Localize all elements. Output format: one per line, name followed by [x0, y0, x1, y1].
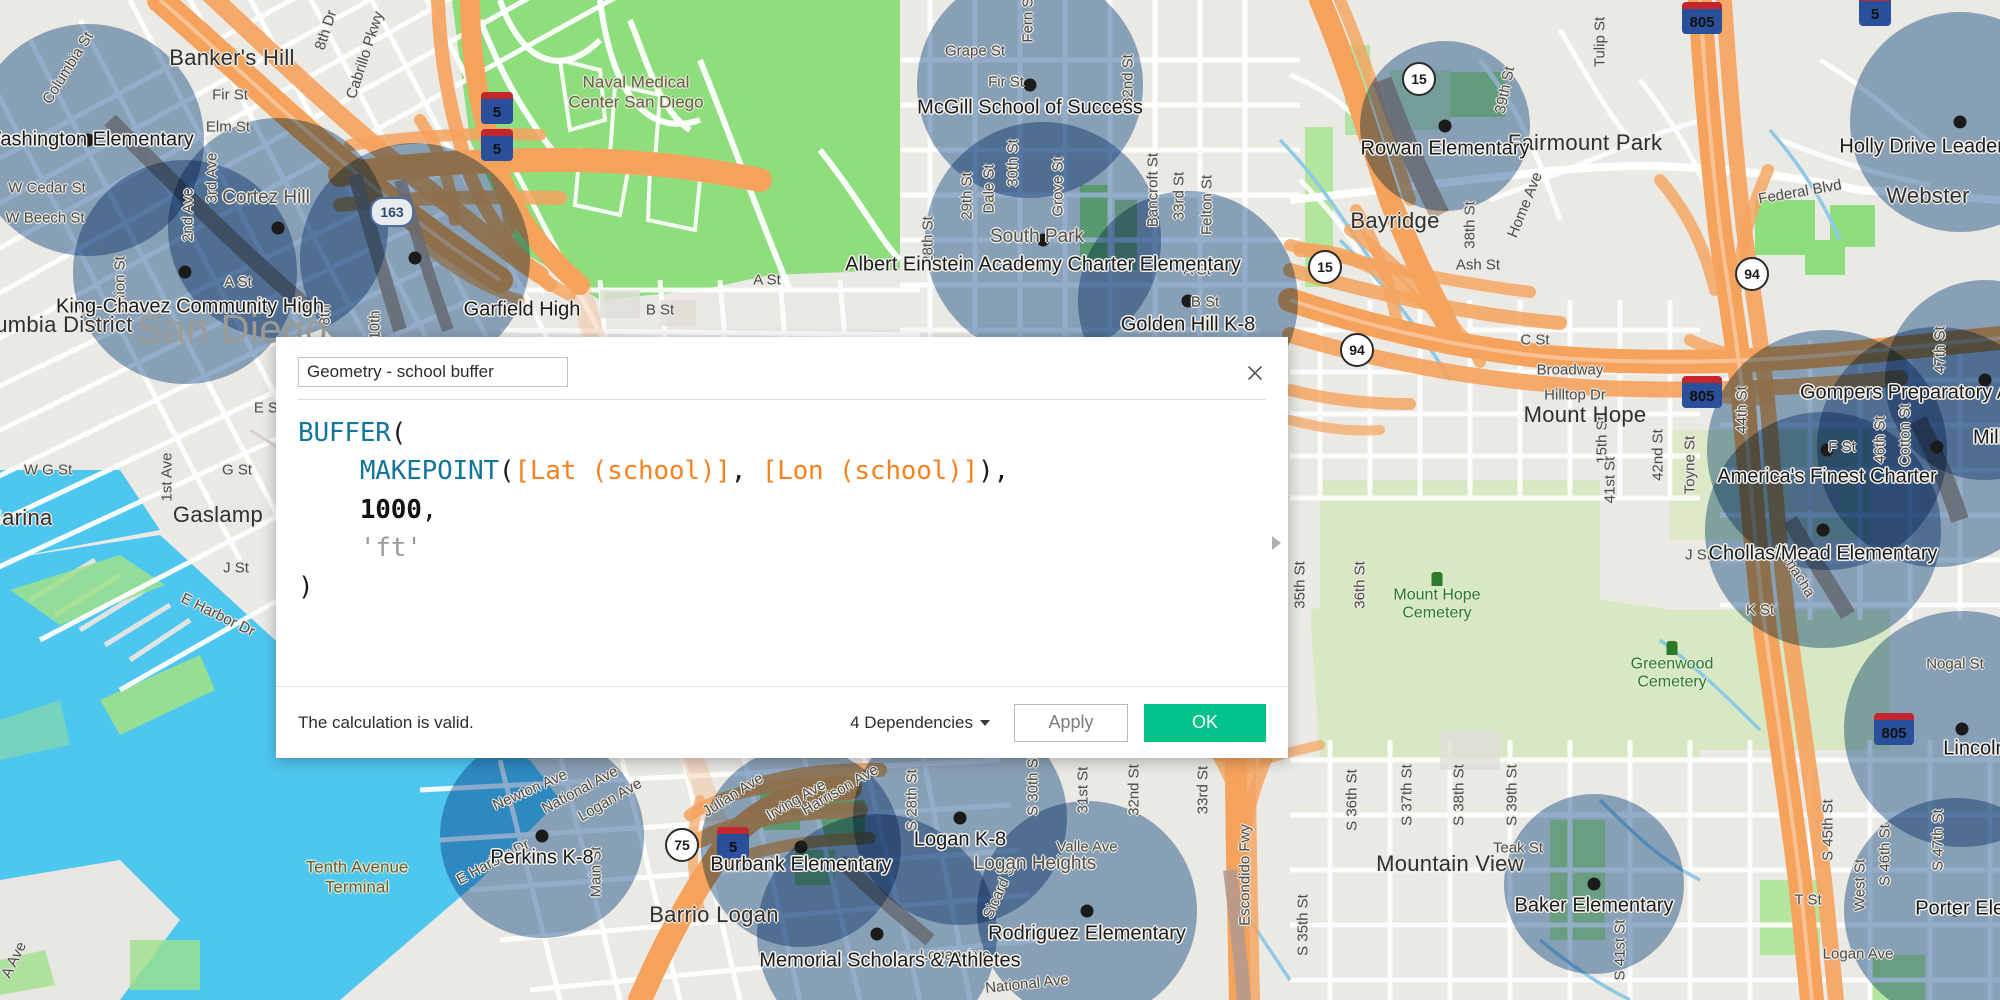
comma-2: ,: [993, 456, 1010, 487]
school-point-marker[interactable]: [81, 133, 95, 147]
school-point-marker[interactable]: [870, 927, 884, 941]
state-route-shield-icon: 163: [370, 197, 414, 227]
buffer-units-value: 'ft': [359, 533, 422, 564]
school-point-marker[interactable]: [271, 221, 285, 235]
school-point-marker[interactable]: [1820, 443, 1834, 457]
school-point-marker[interactable]: [794, 840, 808, 854]
interstate-shield-icon: 805: [1682, 2, 1722, 34]
school-point-marker[interactable]: [178, 265, 192, 279]
dependencies-dropdown[interactable]: 4 Dependencies: [850, 713, 990, 733]
function-makepoint: MAKEPOINT: [359, 456, 499, 487]
paren-open-1: (: [390, 418, 407, 448]
close-icon[interactable]: [1240, 358, 1270, 388]
interstate-shield-icon: 5: [481, 129, 513, 161]
comma-3: ,: [421, 494, 438, 525]
apply-button[interactable]: Apply: [1014, 703, 1128, 742]
interstate-shield-icon: 5: [717, 827, 749, 859]
paren-close-1: ): [978, 456, 994, 487]
route-shield-icon: 15: [1308, 250, 1342, 284]
school-point-marker[interactable]: [1953, 115, 1967, 129]
comma-1: ,: [730, 456, 747, 487]
interstate-shield-icon: 805: [1874, 713, 1914, 745]
interstate-shield-icon: 805: [1682, 376, 1722, 408]
school-point-marker[interactable]: [1181, 294, 1195, 308]
formula-indent-2: [298, 495, 360, 525]
field-lat-school: [Lat (school)]: [514, 456, 731, 487]
school-point-marker[interactable]: [408, 251, 422, 265]
function-buffer: BUFFER: [298, 418, 391, 448]
school-point-marker[interactable]: [1816, 523, 1830, 537]
school-point-marker[interactable]: [1978, 373, 1992, 387]
formula-indent-3: [298, 533, 360, 563]
calculation-name-input[interactable]: [298, 357, 568, 387]
paren-open-2: (: [498, 456, 515, 487]
buffer-distance-value: 1000: [359, 494, 422, 525]
school-point-marker[interactable]: [1438, 119, 1452, 133]
school-point-marker[interactable]: [1080, 904, 1094, 918]
app-root: 5 5 5 5 805 805 805 163 15 15 94 94 75 Columbia St Fi…: [0, 0, 2000, 1000]
school-point-marker[interactable]: [1949, 903, 1963, 917]
formula-indent-1: [298, 456, 360, 486]
school-point-marker[interactable]: [1023, 78, 1037, 92]
field-lon-school: [Lon (school)]: [761, 456, 979, 487]
ok-button[interactable]: OK: [1144, 703, 1266, 742]
route-shield-icon: 94: [1340, 333, 1374, 367]
school-point-marker[interactable]: [953, 811, 967, 825]
chevron-right-icon[interactable]: [1272, 536, 1281, 550]
paren-close-2: ): [298, 571, 314, 602]
school-point-marker[interactable]: [1587, 877, 1601, 891]
formula-editor[interactable]: BUFFER( MAKEPOINT([Lat (school)], [Lon (…: [276, 400, 1288, 686]
cemetery-icon: [1666, 641, 1678, 655]
route-shield-icon: 75: [665, 828, 699, 862]
validation-status: The calculation is valid.: [298, 712, 474, 732]
school-point-marker[interactable]: [1930, 440, 1944, 454]
chevron-down-icon: [980, 719, 990, 726]
dependencies-label: 4 Dependencies: [850, 712, 973, 732]
formula-text[interactable]: BUFFER( MAKEPOINT([Lat (school)], [Lon (…: [298, 414, 1266, 606]
cemetery-icon: [1431, 572, 1443, 586]
school-point-marker[interactable]: [1036, 233, 1050, 247]
dialog-footer: The calculation is valid. 4 Dependencies…: [276, 686, 1288, 758]
route-shield-icon: 94: [1735, 257, 1769, 291]
school-point-marker[interactable]: [1955, 722, 1969, 736]
calculation-editor-dialog[interactable]: BUFFER( MAKEPOINT([Lat (school)], [Lon (…: [276, 337, 1288, 758]
route-shield-icon: 15: [1402, 62, 1436, 96]
dialog-header: [276, 337, 1288, 399]
interstate-shield-icon: 5: [1859, 0, 1891, 26]
interstate-shield-icon: 5: [481, 92, 513, 124]
school-point-marker[interactable]: [535, 829, 549, 843]
